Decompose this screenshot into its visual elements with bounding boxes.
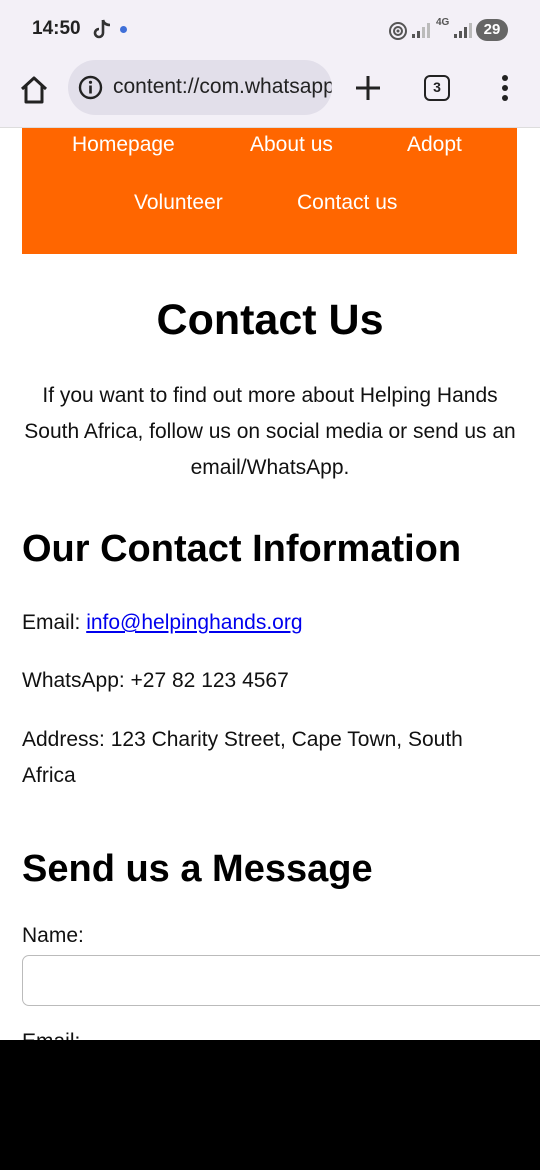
intro-text: If you want to find out more about Helpi… (24, 384, 516, 479)
nav-link-adopt[interactable]: Adopt (407, 133, 462, 157)
address-bar[interactable]: content://com.whatsapp.provider.media (68, 60, 332, 115)
tab-switcher-button[interactable]: 3 (424, 75, 450, 101)
name-input[interactable] (22, 955, 540, 1006)
nav-link-contact-us[interactable]: Contact us (297, 191, 397, 215)
blacked-out-area (0, 1040, 540, 1170)
nav-link-homepage[interactable]: Homepage (72, 133, 175, 157)
browser-toolbar: content://com.whatsapp.provider.media 3 (0, 58, 540, 128)
email-link[interactable]: info@helpinghands.org (86, 611, 302, 634)
address-line: Address: 123 Charity Street, Cape Town, … (22, 728, 463, 787)
signal-strength-icon-2 (454, 23, 472, 38)
new-tab-plus-icon[interactable] (352, 72, 384, 104)
signal-strength-icon (412, 23, 430, 38)
info-icon[interactable] (78, 75, 103, 100)
email-label: Email: (22, 611, 81, 634)
nav-link-about-us[interactable]: About us (250, 133, 333, 157)
whatsapp-line: WhatsApp: +27 82 123 4567 (22, 669, 289, 692)
status-bar: 14:50 4G 29 (0, 0, 540, 58)
email-field-label: Email: (22, 1030, 80, 1040)
email-line: Email: info@helpinghands.org (22, 605, 303, 641)
notification-dot-icon (120, 26, 127, 33)
site-navigation: Homepage About us Adopt Volunteer Contac… (22, 128, 517, 254)
url-text[interactable]: content://com.whatsapp.provider.media (113, 75, 332, 99)
home-icon[interactable] (18, 74, 50, 106)
page-title: Contact Us (156, 296, 384, 344)
tiktok-icon (93, 19, 111, 39)
network-type-label: 4G (436, 17, 450, 28)
status-time: 14:50 (32, 18, 81, 39)
hotspot-icon (389, 22, 407, 40)
message-form-heading: Send us a Message (22, 848, 373, 890)
contact-info-heading: Our Contact Information (22, 528, 462, 570)
more-menu-icon[interactable] (494, 72, 516, 104)
nav-link-volunteer[interactable]: Volunteer (134, 191, 223, 215)
name-label: Name: (22, 924, 84, 947)
web-page: Homepage About us Adopt Volunteer Contac… (0, 128, 540, 1040)
battery-indicator: 29 (476, 19, 508, 41)
